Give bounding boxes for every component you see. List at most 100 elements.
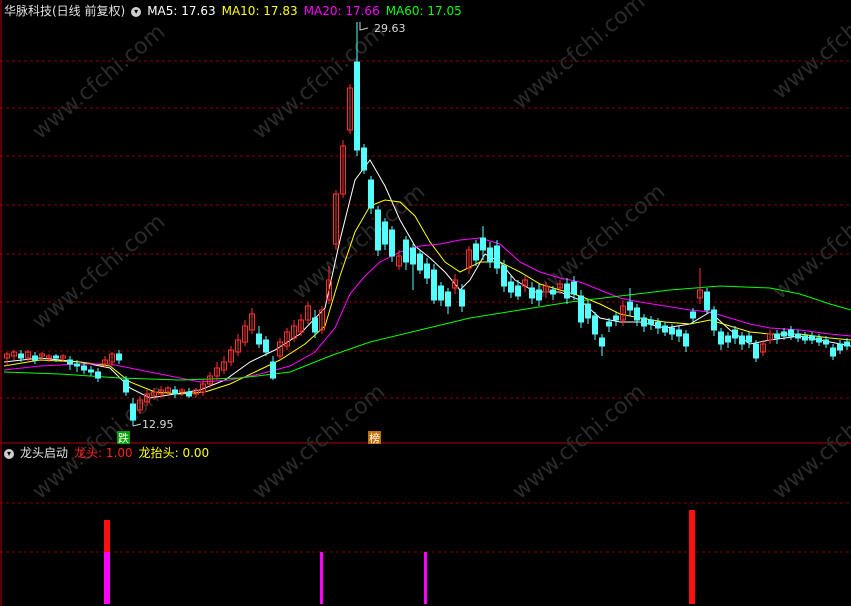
- candle-body: [487, 247, 493, 263]
- candle-body: [683, 333, 689, 347]
- candle: [676, 326, 682, 342]
- candle: [459, 284, 465, 312]
- candle-body: [431, 269, 437, 301]
- candle: [347, 84, 353, 134]
- candle-body: [375, 209, 381, 251]
- candle: [641, 314, 647, 332]
- candle-body: [585, 303, 591, 319]
- candle-body: [781, 331, 787, 337]
- ma5-label: MA5: 17.63: [147, 4, 216, 18]
- candle-body: [753, 343, 759, 359]
- candle-body: [725, 335, 731, 343]
- candle: [592, 312, 598, 340]
- candle-body: [480, 237, 486, 251]
- candle-body: [641, 317, 647, 327]
- candlesticks: [4, 22, 850, 426]
- candle-body: [501, 265, 507, 287]
- candle: [88, 366, 94, 376]
- candle-body: [67, 359, 73, 365]
- indicator-item-longtou: 龙头: 1.00: [74, 446, 133, 460]
- watermark-text: www.cfchi.com: [528, 179, 670, 304]
- candle: [186, 388, 192, 398]
- candle-body: [473, 243, 479, 261]
- candle-body: [564, 283, 570, 299]
- candle: [452, 274, 458, 294]
- candle-body: [95, 371, 101, 379]
- candle-body: [774, 333, 780, 339]
- candle-body: [718, 331, 724, 345]
- candle-body: [676, 329, 682, 337]
- candle-body: [795, 333, 801, 339]
- candle-body: [746, 335, 752, 343]
- candle: [648, 316, 654, 330]
- candle: [305, 302, 311, 324]
- candle: [249, 308, 255, 334]
- candle: [123, 376, 129, 396]
- candle: [683, 330, 689, 352]
- candle-body: [81, 365, 87, 371]
- signal-marker-text: 榜: [369, 431, 380, 445]
- indicator-bar: [104, 552, 110, 604]
- candle: [116, 350, 122, 364]
- candle: [522, 276, 528, 292]
- candle: [837, 340, 843, 354]
- candle-body: [606, 321, 612, 327]
- candle: [473, 240, 479, 266]
- candle-body: [704, 291, 710, 311]
- candle-body: [354, 61, 360, 151]
- chevron-down-icon[interactable]: ▾: [4, 448, 14, 459]
- candle: [711, 306, 717, 336]
- candle: [4, 352, 10, 366]
- chevron-down-icon[interactable]: ▾: [131, 6, 142, 17]
- candle-body: [445, 291, 451, 307]
- candle-body: [823, 339, 829, 345]
- candle: [25, 350, 31, 362]
- high-price-label: 29.63: [374, 22, 406, 35]
- candle: [410, 244, 416, 290]
- candle-body: [459, 289, 465, 307]
- candle: [179, 388, 185, 396]
- candle-body: [368, 179, 374, 209]
- signal-marker-text: 跌: [118, 431, 129, 445]
- candle-body: [809, 335, 815, 341]
- stock-chart: www.cfchi.com www.cfchi.com www.cfchi.com w…: [0, 0, 851, 606]
- candle-body: [515, 285, 521, 297]
- candle: [11, 350, 17, 360]
- candle: [795, 330, 801, 342]
- candle-body: [830, 347, 836, 357]
- ma60-label: MA60: 17.05: [385, 4, 462, 18]
- candle: [403, 236, 409, 270]
- candle: [256, 326, 262, 348]
- candle-body: [123, 379, 129, 393]
- candle: [697, 268, 703, 304]
- candle: [578, 290, 584, 328]
- watermark-text: www.cfchi.com: [28, 19, 170, 144]
- candle-body: [550, 289, 556, 295]
- candle-body: [186, 391, 192, 397]
- watermark-text: www.cfchi.com: [248, 19, 390, 144]
- candle-body: [711, 309, 717, 331]
- indicator-bar: [689, 510, 695, 604]
- candle-body: [788, 329, 794, 337]
- candle: [228, 346, 234, 366]
- candle: [368, 176, 374, 214]
- candle-body: [18, 353, 24, 359]
- candle: [613, 312, 619, 326]
- candle: [32, 352, 38, 364]
- candle: [732, 326, 738, 344]
- low-price-label: 12.95: [142, 418, 174, 431]
- candle: [242, 320, 248, 346]
- candle-body: [648, 319, 654, 325]
- candle: [725, 332, 731, 348]
- watermark-text: www.cfchi.com: [508, 0, 650, 115]
- candle-body: [172, 389, 178, 395]
- candle: [340, 140, 346, 198]
- candle-body: [816, 337, 822, 343]
- candle: [739, 332, 745, 350]
- signal-marker: 榜: [368, 431, 381, 445]
- candle: [417, 250, 423, 274]
- indicator-name: 龙头启动: [20, 446, 69, 460]
- candle: [333, 190, 339, 250]
- candle-body: [634, 307, 640, 321]
- candle-body: [739, 335, 745, 345]
